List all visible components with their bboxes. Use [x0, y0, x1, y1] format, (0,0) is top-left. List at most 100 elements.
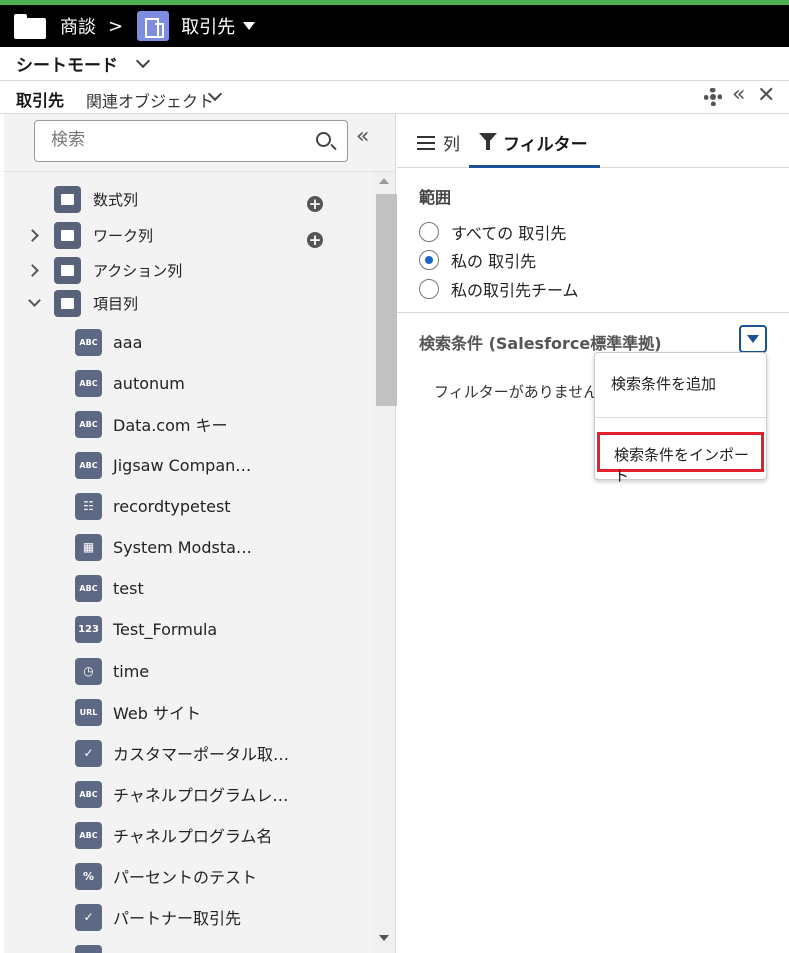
tree-folder-label: 項目列	[93, 294, 139, 313]
scope-title: 範囲	[419, 188, 452, 207]
field-label: チャネルプログラムレ…	[113, 786, 289, 805]
object-title[interactable]: 取引先	[181, 13, 235, 39]
scrollbar-thumb[interactable]	[376, 194, 397, 406]
collapse-panel-icon[interactable]: «	[732, 84, 745, 106]
field-item[interactable]: ABC チャネルプログラムレ…	[75, 780, 288, 808]
field-item[interactable]: URL Web サイト	[75, 698, 201, 726]
field-label: System Modsta…	[113, 537, 252, 557]
close-icon[interactable]: ✕	[757, 85, 775, 107]
scroll-up-arrow-icon[interactable]	[379, 178, 389, 184]
url-field-icon: URL	[75, 698, 102, 726]
search-input[interactable]	[51, 121, 311, 159]
radio-button-selected[interactable]	[419, 250, 439, 270]
tree-folder-label: 数式列	[93, 190, 139, 209]
field-label: Jigsaw Compan…	[113, 455, 252, 475]
chevron-down-icon[interactable]	[28, 294, 41, 307]
field-label: Data.com キー	[113, 416, 228, 435]
tree-folder-fields[interactable]: 項目列	[54, 288, 138, 318]
field-item[interactable]: % パーセントのテスト	[75, 862, 257, 890]
sheet-mode-label: シートモード	[16, 56, 118, 76]
field-item[interactable]: ▦ System Modsta…	[75, 533, 252, 561]
radio-button[interactable]	[419, 279, 439, 299]
no-filter-message: フィルターがありません。	[434, 383, 614, 401]
tab-filter[interactable]: フィルター	[469, 114, 600, 168]
field-label: Test_Formula	[113, 619, 218, 639]
menu-item-import-condition[interactable]: 検索条件をインポート	[597, 432, 764, 485]
add-work-column-icon[interactable]: +	[307, 232, 323, 248]
field-label: recordtypetest	[113, 496, 231, 516]
chevron-down-icon[interactable]	[135, 53, 151, 68]
field-item[interactable]: ABC Jigsaw Compan…	[75, 451, 251, 479]
clock-icon: ◷	[75, 657, 102, 685]
settings-panel: 列 フィルター 範囲 すべての 取引先 私の 取引先 私の取引先チーム 検索条件…	[397, 114, 789, 953]
field-item[interactable]: ✓ パートナー取引先	[75, 903, 241, 931]
tree-folder-action[interactable]: アクション列	[54, 255, 182, 285]
scope-option-all[interactable]: すべての 取引先	[419, 220, 566, 244]
text-field-icon: ABC	[75, 328, 102, 356]
field-item[interactable]: ABC aaa	[75, 328, 142, 356]
tab-columns[interactable]: 列	[417, 130, 460, 155]
tab-columns-label: 列	[443, 135, 460, 155]
chevron-right-icon[interactable]	[26, 229, 39, 242]
field-item[interactable]: ◷ time	[75, 657, 149, 685]
calendar-icon: ▦	[75, 533, 102, 561]
gear-icon[interactable]	[704, 88, 722, 106]
text-field-icon: ABC	[75, 821, 102, 849]
sheet-mode-selector[interactable]: シートモード	[0, 47, 789, 81]
field-icon	[75, 944, 102, 953]
conditions-title: 検索条件 (Salesforce標準準拠)	[419, 334, 662, 353]
settings-tabs: 列 フィルター	[397, 114, 789, 168]
breadcrumb-separator: >	[108, 15, 124, 37]
number-field-icon: 123	[75, 615, 102, 643]
menu-item-add-condition[interactable]: 検索条件を追加	[611, 373, 716, 394]
list-icon	[417, 135, 435, 150]
field-label: カスタマーポータル取…	[113, 745, 290, 764]
scrollbar[interactable]	[373, 172, 397, 953]
field-item[interactable]: ABC test	[75, 574, 144, 602]
field-item[interactable]: 123 Test_Formula	[75, 615, 217, 643]
tree-folder-work[interactable]: ワーク列	[54, 220, 153, 250]
menu-divider	[595, 417, 766, 418]
folder-icon	[54, 221, 81, 249]
checkbox-icon: ✓	[75, 903, 102, 931]
tab-related-objects[interactable]: 関連オブジェクト	[86, 88, 214, 112]
scope-option-my-team[interactable]: 私の取引先チーム	[419, 277, 579, 301]
text-field-icon: ABC	[75, 574, 102, 602]
field-item[interactable]: ☷ recordtypetest	[75, 492, 231, 520]
tree-folder-formula[interactable]: 数式列	[54, 184, 138, 214]
folder-open-icon	[54, 289, 81, 317]
field-item[interactable]	[75, 944, 113, 953]
scope-option-mine[interactable]: 私の 取引先	[419, 248, 536, 272]
field-item[interactable]: ABC autonum	[75, 369, 185, 397]
field-label: パーセントのテスト	[113, 868, 258, 887]
chevron-right-icon[interactable]	[26, 264, 39, 277]
tree-folder-label: ワーク列	[93, 226, 154, 245]
search-icon[interactable]	[316, 132, 331, 147]
field-label: autonum	[113, 373, 185, 393]
caret-down-icon[interactable]	[243, 22, 256, 30]
field-item[interactable]: ABC チャネルプログラム名	[75, 821, 272, 849]
radio-button[interactable]	[419, 222, 439, 242]
collapse-left-panel-icon[interactable]: «	[356, 126, 369, 148]
text-field-icon: ABC	[75, 410, 102, 438]
field-label: test	[113, 578, 144, 598]
radio-label: 私の取引先チーム	[451, 281, 579, 300]
folder-icon[interactable]	[14, 14, 46, 39]
text-field-icon: ABC	[75, 780, 102, 808]
radio-label: すべての 取引先	[451, 224, 567, 243]
breadcrumb-deals[interactable]: 商談	[60, 13, 96, 39]
field-item[interactable]: ABC Data.com キー	[75, 410, 228, 438]
scroll-down-arrow-icon[interactable]	[379, 935, 389, 941]
conditions-menu-button[interactable]	[739, 325, 767, 353]
list-check-icon: ☷	[75, 492, 102, 520]
text-field-icon: ABC	[75, 451, 102, 479]
top-navigation-bar: 商談 > 取引先	[0, 5, 789, 47]
account-building-icon	[137, 11, 170, 41]
field-item[interactable]: ✓ カスタマーポータル取…	[75, 739, 289, 767]
add-formula-column-icon[interactable]: +	[307, 196, 323, 212]
field-list-panel: « 数式列 + ワーク列 + アクション列 項目列 ABC aaa ABC	[4, 114, 397, 953]
field-label: パートナー取引先	[113, 909, 242, 928]
object-tabs-row: 取引先 関連オブジェクト « ✕	[0, 81, 789, 119]
tab-filter-label: フィルター	[503, 135, 588, 155]
search-box	[34, 120, 348, 162]
